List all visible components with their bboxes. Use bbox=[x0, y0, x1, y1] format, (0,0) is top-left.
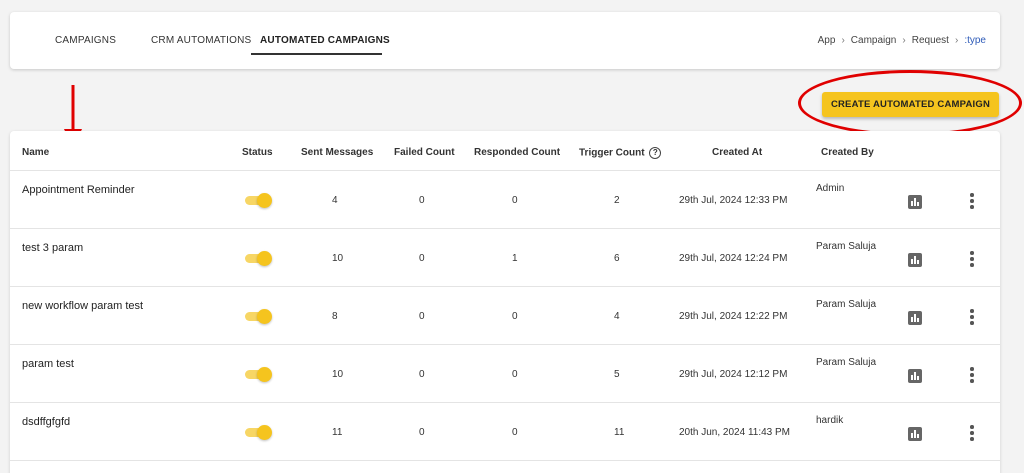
bar-chart-icon[interactable] bbox=[908, 369, 922, 383]
status-toggle[interactable] bbox=[245, 367, 272, 382]
breadcrumb-request[interactable]: Request bbox=[912, 35, 949, 46]
created-by-value: Param Saluja bbox=[816, 241, 877, 252]
toggle-knob bbox=[257, 425, 272, 440]
more-vertical-icon[interactable] bbox=[968, 425, 976, 441]
table-row[interactable]: Appointment Reminder 4 0 0 2 29th Jul, 2… bbox=[10, 171, 1000, 229]
more-vertical-icon[interactable] bbox=[968, 367, 976, 383]
top-nav-bar: CAMPAIGNS CRM AUTOMATIONS AUTOMATED CAMP… bbox=[10, 12, 1000, 69]
breadcrumb: App › Campaign › Request › :type bbox=[818, 35, 986, 46]
column-header-trigger-count[interactable]: Trigger Count ? bbox=[579, 147, 662, 159]
column-header-created-by[interactable]: Created By bbox=[821, 147, 874, 158]
bar-chart-icon[interactable] bbox=[908, 427, 922, 441]
failed-count-value: 0 bbox=[419, 427, 425, 438]
status-toggle[interactable] bbox=[245, 193, 272, 208]
column-header-status[interactable]: Status bbox=[242, 147, 273, 158]
created-at-value: 29th Jul, 2024 12:22 PM bbox=[679, 311, 788, 322]
breadcrumb-app[interactable]: App bbox=[818, 35, 836, 46]
table-row[interactable]: test 3 param 10 0 1 6 29th Jul, 2024 12:… bbox=[10, 229, 1000, 287]
created-by-value: hardik bbox=[816, 415, 844, 426]
bar-chart-icon[interactable] bbox=[908, 195, 922, 209]
active-tab-indicator bbox=[251, 53, 382, 55]
column-header-failed-count[interactable]: Failed Count bbox=[394, 147, 455, 158]
sent-messages-value: 10 bbox=[332, 253, 344, 264]
table-row[interactable]: param test 10 0 0 5 29th Jul, 2024 12:12… bbox=[10, 345, 1000, 403]
breadcrumb-current: :type bbox=[964, 35, 986, 46]
more-vertical-icon[interactable] bbox=[968, 193, 976, 209]
failed-count-value: 0 bbox=[419, 195, 425, 206]
column-header-responded-count[interactable]: Responded Count bbox=[474, 147, 560, 158]
created-by-value: Param Saluja bbox=[816, 357, 877, 368]
responded-count-value: 1 bbox=[512, 253, 518, 264]
campaign-name[interactable]: Appointment Reminder bbox=[22, 184, 135, 196]
trigger-count-value: 11 bbox=[614, 427, 625, 438]
toggle-knob bbox=[257, 309, 272, 324]
sent-messages-value: 10 bbox=[332, 369, 344, 380]
failed-count-value: 0 bbox=[419, 311, 425, 322]
created-at-value: 29th Jul, 2024 12:12 PM bbox=[679, 369, 788, 380]
toggle-knob bbox=[257, 367, 272, 382]
responded-count-value: 0 bbox=[512, 369, 518, 380]
created-by-value: Param Saluja bbox=[816, 299, 877, 310]
table-header: Name Status Sent Messages Failed Count R… bbox=[10, 131, 1000, 171]
chevron-right-icon: › bbox=[841, 35, 845, 46]
toggle-knob bbox=[257, 193, 272, 208]
trigger-count-value: 6 bbox=[614, 253, 620, 264]
more-vertical-icon[interactable] bbox=[968, 251, 976, 267]
column-header-trigger-count-label: Trigger Count bbox=[579, 147, 645, 159]
status-toggle[interactable] bbox=[245, 309, 272, 324]
chevron-right-icon: › bbox=[902, 35, 906, 46]
campaign-name[interactable]: param test bbox=[22, 358, 74, 370]
trigger-count-value: 4 bbox=[614, 311, 620, 322]
help-circle-icon[interactable]: ? bbox=[649, 147, 662, 159]
responded-count-value: 0 bbox=[512, 195, 518, 206]
bar-chart-icon[interactable] bbox=[908, 253, 922, 267]
sent-messages-value: 11 bbox=[332, 427, 343, 438]
table-row[interactable]: new workflow param test 8 0 0 4 29th Jul… bbox=[10, 287, 1000, 345]
tab-crm-automations[interactable]: CRM AUTOMATIONS bbox=[151, 35, 251, 46]
trigger-count-value: 5 bbox=[614, 369, 620, 380]
column-header-created-at[interactable]: Created At bbox=[712, 147, 762, 158]
campaign-name[interactable]: new workflow param test bbox=[22, 300, 143, 312]
table-row[interactable]: dsdffgfgfd 11 0 0 11 20th Jun, 2024 11:4… bbox=[10, 403, 1000, 461]
created-at-value: 29th Jul, 2024 12:33 PM bbox=[679, 195, 788, 206]
status-toggle[interactable] bbox=[245, 251, 272, 266]
trigger-count-value: 2 bbox=[614, 195, 620, 206]
failed-count-value: 0 bbox=[419, 253, 425, 264]
bar-chart-icon[interactable] bbox=[908, 311, 922, 325]
campaign-name[interactable]: test 3 param bbox=[22, 242, 83, 254]
more-vertical-icon[interactable] bbox=[968, 309, 976, 325]
campaigns-table: Name Status Sent Messages Failed Count R… bbox=[10, 131, 1000, 473]
chevron-right-icon: › bbox=[954, 35, 959, 46]
tab-automated-campaigns[interactable]: AUTOMATED CAMPAIGNS bbox=[260, 35, 390, 46]
sent-messages-value: 8 bbox=[332, 311, 338, 322]
campaign-name[interactable]: dsdffgfgfd bbox=[22, 416, 70, 428]
failed-count-value: 0 bbox=[419, 369, 425, 380]
responded-count-value: 0 bbox=[512, 311, 518, 322]
created-by-value: Admin bbox=[816, 183, 845, 194]
column-header-name[interactable]: Name bbox=[22, 147, 49, 158]
column-header-sent-messages[interactable]: Sent Messages bbox=[301, 147, 373, 158]
status-toggle[interactable] bbox=[245, 425, 272, 440]
tab-campaigns[interactable]: CAMPAIGNS bbox=[55, 35, 116, 46]
breadcrumb-campaign[interactable]: Campaign bbox=[851, 35, 897, 46]
created-at-value: 29th Jul, 2024 12:24 PM bbox=[679, 253, 788, 264]
responded-count-value: 0 bbox=[512, 427, 518, 438]
toggle-knob bbox=[257, 251, 272, 266]
sent-messages-value: 4 bbox=[332, 195, 338, 206]
created-at-value: 20th Jun, 2024 11:43 PM bbox=[679, 427, 791, 438]
create-automated-campaign-button[interactable]: CREATE AUTOMATED CAMPAIGN bbox=[822, 92, 999, 117]
